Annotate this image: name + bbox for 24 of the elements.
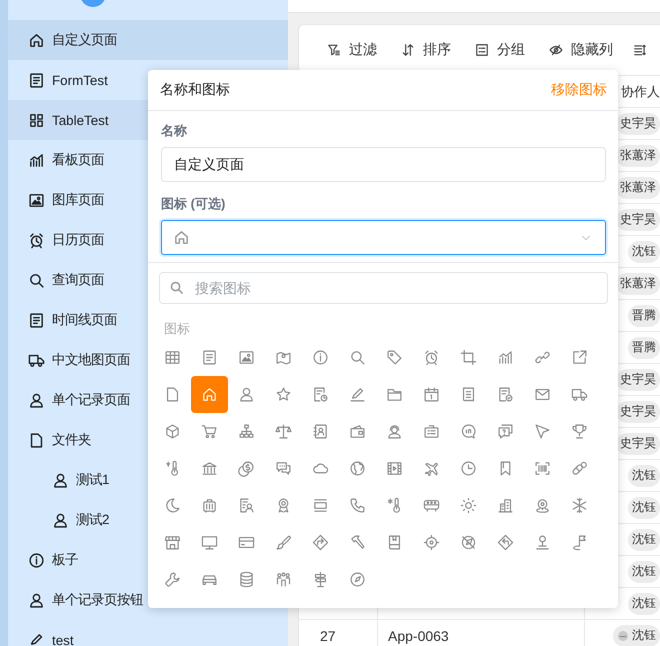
table-cell: 27 [320,628,336,644]
user-tag: 史宇昊 [616,208,660,230]
user-tag: 张蕙泽 [616,272,660,294]
user-tag: 史宇昊 [616,432,660,454]
user-tag: 沈钰 [628,592,660,614]
user-tag: 史宇昊 [616,112,660,134]
user-tag: 沈钰 [628,496,660,518]
field-label: 名称 [161,122,188,140]
popup-title: 名称和图标 [160,81,230,99]
user-tag: 沈钰 [628,464,660,486]
column-header: 协作人 [621,82,660,100]
user-tag: 沈钰 [628,560,660,582]
user-tag: 沈钰 [613,624,660,646]
user-tag: 张蕙泽 [616,144,660,166]
user-tag: 史宇昊 [616,400,660,422]
user-tag: 沈钰 [628,528,660,550]
user-tag: 张蕙泽 [616,176,660,198]
user-tag: 沈钰 [628,240,660,262]
field-label: 图标 (可选) [161,195,226,213]
group-label: 图标 [164,321,191,337]
user-tag: 史宇昊 [616,368,660,390]
user-tag: 晋腾 [628,336,660,358]
table-cell: App-0063 [388,628,449,644]
user-tag: 晋腾 [628,304,660,326]
